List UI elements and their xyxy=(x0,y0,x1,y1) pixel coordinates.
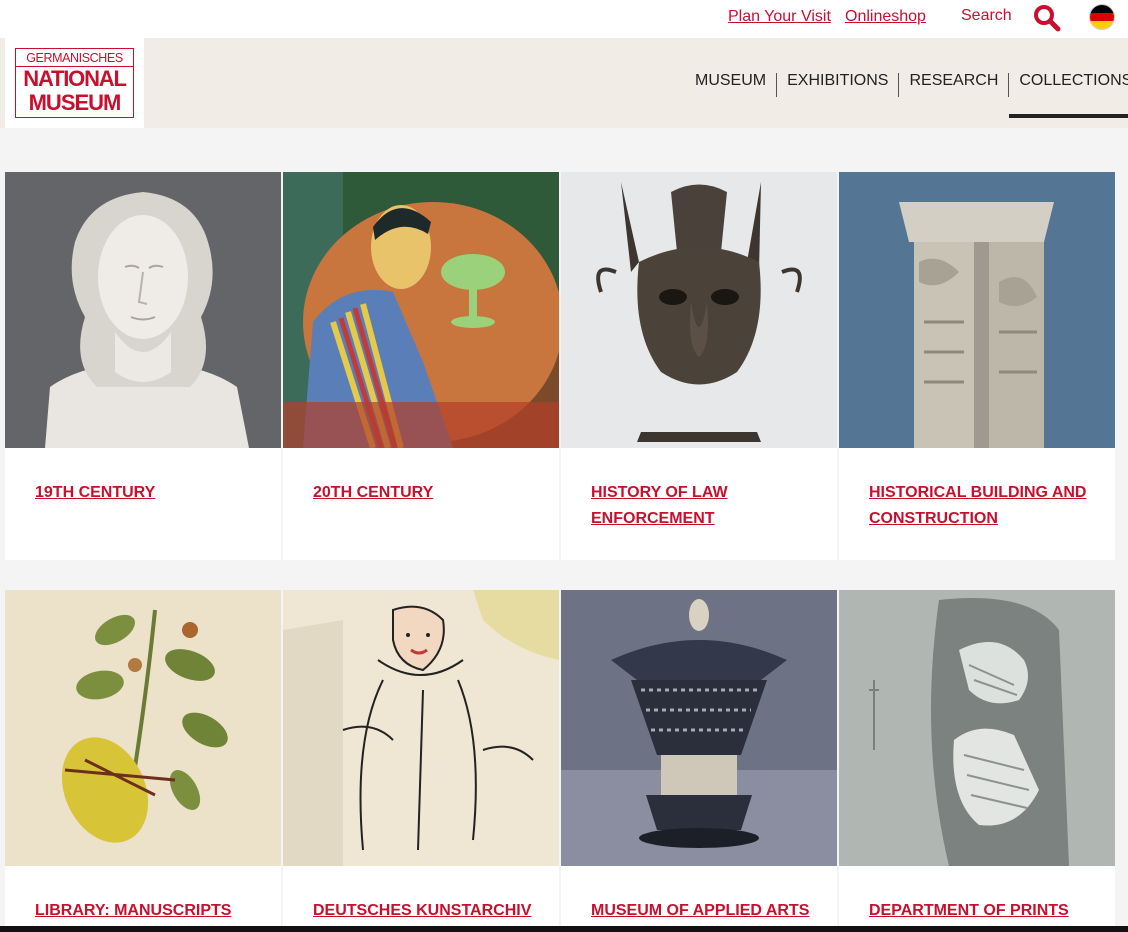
bust-sculpture-image[interactable] xyxy=(5,172,281,448)
nav-item-exhibitions[interactable]: EXHIBITIONS xyxy=(777,38,898,128)
collection-card-19th-century[interactable]: 19TH CENTURY xyxy=(5,172,281,560)
stone-capital-image[interactable] xyxy=(839,172,1115,448)
collection-title[interactable]: 19TH CENTURY xyxy=(35,480,255,506)
collection-card-deutsches-kunstarchiv[interactable]: DEUTSCHES KUNSTARCHIV xyxy=(283,590,559,932)
search-icon[interactable] xyxy=(1033,4,1061,32)
collection-card-museum-of-applied-arts[interactable]: MUSEUM OF APPLIED ARTS xyxy=(561,590,837,932)
plan-your-visit-link[interactable]: Plan Your Visit xyxy=(728,8,831,26)
main-nav: MUSEUM EXHIBITIONS RESEARCH COLLECTIONS xyxy=(685,38,1128,128)
expressionist-portrait-image[interactable] xyxy=(283,172,559,448)
nav-item-research[interactable]: RESEARCH xyxy=(899,38,1008,128)
collection-title[interactable]: LIBRARY: MANUSCRIPTS xyxy=(35,898,255,924)
collection-card-history-of-law-enforcement[interactable]: HISTORY OF LAW ENFORCEMENT xyxy=(561,172,837,560)
nav-item-collections[interactable]: COLLECTIONS xyxy=(1009,38,1128,128)
utility-bar: Plan Your Visit Onlineshop Search xyxy=(0,0,1128,38)
onlineshop-link[interactable]: Onlineshop xyxy=(845,8,926,26)
search-label[interactable]: Search xyxy=(961,7,1012,25)
ornate-goblet-image[interactable] xyxy=(561,590,837,866)
collection-card-department-of-prints[interactable]: DEPARTMENT OF PRINTS xyxy=(839,590,1115,932)
collection-card-20th-century[interactable]: 20TH CENTURY xyxy=(283,172,559,560)
german-flag-icon[interactable] xyxy=(1089,4,1115,30)
collection-title[interactable]: MUSEUM OF APPLIED ARTS xyxy=(591,898,811,924)
logo-line-2: NATIONAL xyxy=(23,66,127,91)
hands-drawing-image[interactable] xyxy=(839,590,1115,866)
logo-line-1: GERMANISCHES xyxy=(16,51,133,67)
collection-title[interactable]: DEPARTMENT OF PRINTS xyxy=(869,898,1089,924)
museum-logo[interactable]: GERMANISCHES NATIONAL MUSEUM xyxy=(15,48,134,118)
botanical-illustration-image[interactable] xyxy=(5,590,281,866)
collection-title[interactable]: HISTORICAL BUILDING AND CONSTRUCTION xyxy=(869,480,1089,532)
collection-card-historical-building-and-construction[interactable]: HISTORICAL BUILDING AND CONSTRUCTION xyxy=(839,172,1115,560)
collection-title[interactable]: 20TH CENTURY xyxy=(313,480,533,506)
window-bottom-edge xyxy=(0,926,1128,932)
collection-card-library-manuscripts[interactable]: LIBRARY: MANUSCRIPTS xyxy=(5,590,281,932)
logo-line-3: MUSEUM xyxy=(28,90,122,115)
pierrot-sketch-image[interactable] xyxy=(283,590,559,866)
nav-item-museum[interactable]: MUSEUM xyxy=(685,38,776,128)
logo-container[interactable]: GERMANISCHES NATIONAL MUSEUM xyxy=(5,38,144,128)
site-header: GERMANISCHES NATIONAL MUSEUM MUSEUM EXHI… xyxy=(0,38,1128,128)
collection-title[interactable]: HISTORY OF LAW ENFORCEMENT xyxy=(591,480,811,532)
collection-title[interactable]: DEUTSCHES KUNSTARCHIV xyxy=(313,898,533,924)
iron-mask-image[interactable] xyxy=(561,172,837,448)
